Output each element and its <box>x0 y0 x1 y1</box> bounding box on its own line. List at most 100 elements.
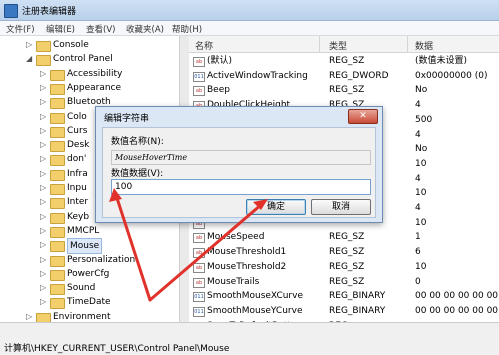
tree-item-label: Inpu <box>67 181 87 195</box>
value-data: 10 <box>415 157 426 171</box>
column-data[interactable]: 数据 <box>415 39 433 52</box>
tree-item[interactable]: ▷Mouse <box>0 238 179 252</box>
tree-item[interactable]: ◢ Control Panel <box>0 52 179 66</box>
expand-icon[interactable]: ▷ <box>40 267 46 281</box>
expand-icon[interactable]: ▷ <box>26 38 32 52</box>
folder-icon <box>50 198 65 209</box>
value-row[interactable]: 011ActiveWindowTrackingREG_DWORD0x000000… <box>189 69 499 84</box>
status-path: 计算机\HKEY_CURRENT_USER\Control Panel\Mous… <box>4 341 229 354</box>
dialog-title: 编辑字符串 <box>104 111 149 124</box>
value-row[interactable]: ab(默认)REG_SZ(数值未设置) <box>189 54 499 69</box>
tree-item[interactable]: ▷ Appearance <box>0 81 179 95</box>
tree-item-label: Colo <box>67 110 87 124</box>
menu-view[interactable]: 查看(V) <box>86 23 115 35</box>
menu-edit[interactable]: 编辑(E) <box>46 23 75 35</box>
expand-icon[interactable]: ▷ <box>40 124 46 138</box>
expand-icon[interactable]: ▷ <box>40 295 46 309</box>
value-row[interactable]: 011SmoothMouseYCurveREG_BINARY00 00 00 0… <box>189 304 499 319</box>
value-data: 0x00000000 (0) <box>415 69 487 83</box>
value-data: 0 <box>415 275 421 289</box>
expand-icon[interactable]: ▷ <box>40 81 46 95</box>
value-data-label: 数值数据(V): <box>111 166 163 179</box>
value-data: 4 <box>415 128 421 142</box>
expand-icon[interactable]: ▷ <box>40 238 46 252</box>
value-data: (数值未设置) <box>415 54 467 68</box>
column-name[interactable]: 名称 <box>195 39 213 52</box>
status-bar: 计算机\HKEY_CURRENT_USER\Control Panel\Mous… <box>0 322 499 355</box>
tree-item[interactable]: ▷ Console <box>0 38 179 52</box>
dialog-close-button[interactable]: ✕ <box>348 109 378 124</box>
cancel-button[interactable]: 取消 <box>311 199 371 215</box>
expand-icon[interactable]: ▷ <box>40 281 46 295</box>
folder-icon <box>50 184 65 195</box>
value-name: ActiveWindowTracking <box>207 69 308 83</box>
tree-item[interactable]: ▷ MMCPL <box>0 224 179 238</box>
folder-icon <box>36 313 51 322</box>
value-name: SmoothMouseYCurve <box>207 304 302 318</box>
expand-icon[interactable]: ▷ <box>26 310 32 322</box>
value-row[interactable]: abMouseTrailsREG_SZ0 <box>189 275 499 290</box>
value-data: 1 <box>415 230 421 244</box>
collapse-icon[interactable]: ◢ <box>26 52 32 66</box>
string-value-icon: ab <box>193 57 205 67</box>
expand-icon[interactable]: ▷ <box>40 195 46 209</box>
folder-icon <box>50 70 65 81</box>
value-data: 00 00 00 00 00 00 <box>415 289 498 303</box>
menu-favorites[interactable]: 收藏夹(A) <box>126 23 164 35</box>
expand-icon[interactable]: ▷ <box>40 110 46 124</box>
tree-item[interactable]: ▷Sound <box>0 281 179 295</box>
tree-item-label: MMCPL <box>67 224 99 238</box>
tree-item[interactable]: ▷Environment <box>0 310 179 322</box>
string-value-icon: ab <box>193 233 205 243</box>
expand-icon[interactable]: ▷ <box>40 253 46 267</box>
value-name: MouseTrails <box>207 275 259 289</box>
string-value-icon: ab <box>193 263 205 273</box>
tree-item-label: Infra <box>67 167 88 181</box>
value-type: REG_SZ <box>329 230 364 244</box>
expand-icon[interactable]: ▷ <box>40 67 46 81</box>
value-type: REG_SZ <box>329 245 364 259</box>
binary-value-icon: 011 <box>193 292 205 302</box>
tree-item-label: Appearance <box>67 81 121 95</box>
string-value-icon: ab <box>193 86 205 96</box>
expand-icon[interactable]: ▷ <box>40 210 46 224</box>
column-type[interactable]: 类型 <box>329 39 347 52</box>
value-row[interactable]: abBeepREG_SZNo <box>189 83 499 98</box>
tree-item[interactable]: ▷Personalization <box>0 253 179 267</box>
column-divider[interactable] <box>319 36 320 52</box>
tree-item[interactable]: ▷Accessibility <box>0 67 179 81</box>
expand-icon[interactable]: ▷ <box>40 152 46 166</box>
value-row[interactable]: 011SmoothMouseXCurveREG_BINARY00 00 00 0… <box>189 289 499 304</box>
folder-icon <box>36 41 51 52</box>
tree-item-label: TimeDate <box>67 295 111 309</box>
tree-item-label: Console <box>53 38 89 52</box>
value-data-input[interactable]: 100 <box>111 179 371 195</box>
value-type: REG_DWORD <box>329 69 389 83</box>
column-divider[interactable] <box>407 36 408 52</box>
tree-item[interactable]: ▷ TimeDate <box>0 295 179 309</box>
expand-icon[interactable]: ▷ <box>40 138 46 152</box>
expand-icon[interactable]: ▷ <box>40 224 46 238</box>
folder-icon <box>50 141 65 152</box>
value-row[interactable]: abMouseThreshold1REG_SZ6 <box>189 245 499 260</box>
value-row[interactable]: abMouseSpeedREG_SZ1 <box>189 230 499 245</box>
menu-file[interactable]: 文件(F) <box>6 23 35 35</box>
expand-icon[interactable]: ▷ <box>40 95 46 109</box>
value-name: MouseThreshold1 <box>207 245 286 259</box>
value-row[interactable]: abMouseThreshold2REG_SZ10 <box>189 260 499 275</box>
folder-icon <box>50 270 65 281</box>
ok-button[interactable]: 确定 <box>246 199 306 215</box>
expand-icon[interactable]: ▷ <box>40 181 46 195</box>
string-value-icon: ab <box>193 278 205 288</box>
tree-item-label: Keyb <box>67 210 89 224</box>
menu-help[interactable]: 帮助(H) <box>172 23 202 35</box>
expand-icon[interactable]: ▷ <box>40 167 46 181</box>
tree-item[interactable]: ▷ PowerCfg <box>0 267 179 281</box>
value-data: 4 <box>415 98 421 112</box>
tree-item-label: Control Panel <box>53 52 113 66</box>
value-name: SmoothMouseXCurve <box>207 289 303 303</box>
folder-icon <box>50 98 65 109</box>
folder-icon <box>50 113 65 124</box>
folder-icon <box>50 84 65 95</box>
tree-item-label: PowerCfg <box>67 267 109 281</box>
